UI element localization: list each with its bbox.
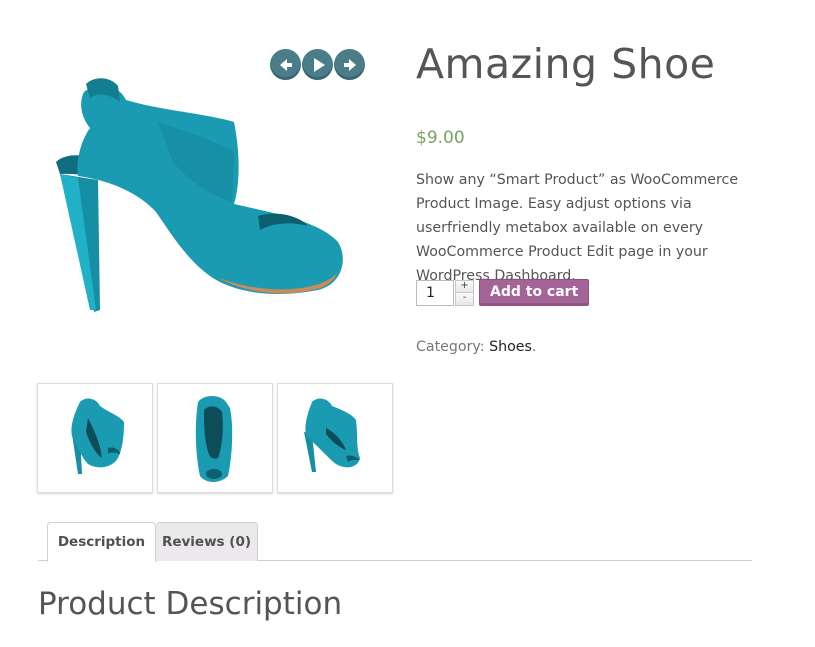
main-product-image[interactable] xyxy=(38,62,358,332)
thumbnail-3[interactable] xyxy=(277,383,393,493)
product-short-description: Show any “Smart Product” as WooCommerce … xyxy=(416,172,739,284)
tab-reviews[interactable]: Reviews (0) xyxy=(156,522,258,561)
category-suffix: . xyxy=(531,339,537,355)
add-to-cart-button[interactable]: Add to cart xyxy=(479,279,590,306)
image-slider-nav xyxy=(270,49,365,80)
quantity-input[interactable]: 1 xyxy=(416,279,454,306)
thumbnail-2[interactable] xyxy=(157,383,273,493)
product-price: $9.00 xyxy=(416,128,465,148)
arrow-left-icon[interactable] xyxy=(270,49,301,80)
product-meta: Category: Shoes. xyxy=(416,339,536,355)
quantity-stepper: + - xyxy=(455,279,474,306)
thumbnail-1[interactable] xyxy=(37,383,153,493)
product-title: Amazing Shoe xyxy=(416,40,716,88)
play-icon[interactable] xyxy=(302,49,333,80)
arrow-right-icon[interactable] xyxy=(334,49,365,80)
tab-description[interactable]: Description xyxy=(47,522,156,562)
category-label: Category: xyxy=(416,339,485,355)
category-link[interactable]: Shoes xyxy=(489,339,532,355)
product-thumbnails xyxy=(37,383,393,493)
quantity-minus-button[interactable]: - xyxy=(455,293,474,306)
add-to-cart-form: 1 + - Add to cart xyxy=(416,279,590,306)
quantity-plus-button[interactable]: + xyxy=(455,279,474,293)
product-description-heading: Product Description xyxy=(38,586,343,622)
